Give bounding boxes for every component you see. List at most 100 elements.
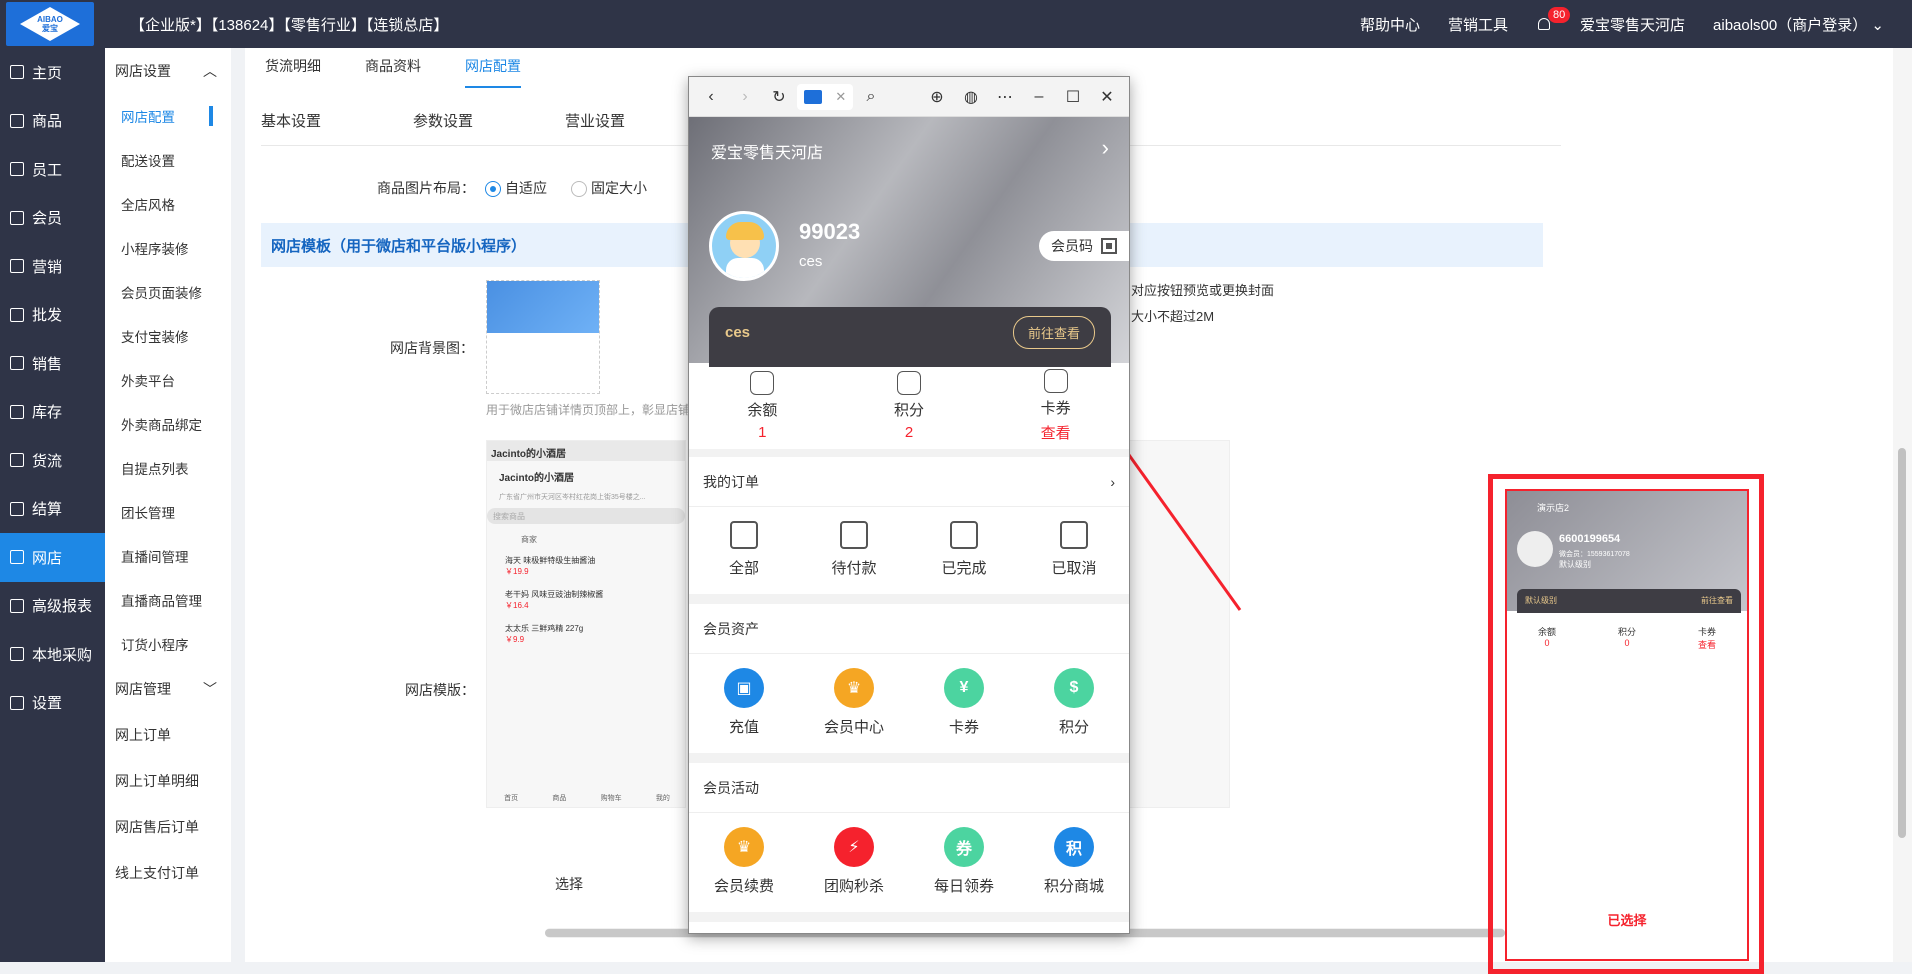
popup-store-name[interactable]: 爱宝零售天河店 xyxy=(711,139,823,163)
subnav-item[interactable]: 支付宝装修 xyxy=(105,314,231,358)
subnav-item[interactable]: 订货小程序 xyxy=(105,622,231,666)
sidebar-item-wholesale[interactable]: 批发 xyxy=(0,291,105,340)
subnav-item[interactable]: 自提点列表 xyxy=(105,446,231,490)
radio-fixed[interactable]: 固定大小 xyxy=(571,178,647,198)
download-icon[interactable]: ⊕ xyxy=(921,83,953,111)
close-icon[interactable]: ✕ xyxy=(1091,83,1123,111)
stat-coupons[interactable]: 卡券 查看 xyxy=(996,369,1116,443)
asset-coupon[interactable]: ¥ 卡券 xyxy=(909,668,1019,737)
order-cancelled[interactable]: 已取消 xyxy=(1019,521,1129,578)
back-icon[interactable]: ‹ xyxy=(695,83,727,111)
subnav-group-webstore-manage[interactable]: 网店管理 ﹀ xyxy=(105,666,231,712)
chevron-right-icon[interactable]: › xyxy=(1102,135,1109,161)
sidebar-item-local-purchase[interactable]: 本地采购 xyxy=(0,630,105,679)
sidebar-item-settlement[interactable]: 结算 xyxy=(0,485,105,534)
recharge-icon: ▣ xyxy=(724,668,764,708)
sidebar-item-settings[interactable]: 设置 xyxy=(0,679,105,728)
subnav-group-label: 网店设置 xyxy=(115,63,171,79)
subnav-item[interactable]: 网上订单明细 xyxy=(105,758,231,804)
stat-label: 积分 xyxy=(893,402,924,419)
report-icon xyxy=(10,598,24,613)
sidebar-item-reports[interactable]: 高级报表 xyxy=(0,582,105,631)
sidebar-item-sales[interactable]: 销售 xyxy=(0,339,105,388)
mini-number: 6600199654 xyxy=(1559,533,1621,545)
selected-template-highlight[interactable]: 演示店2 6600199654 微会员：15593617078 默认级别 默认级… xyxy=(1488,474,1764,974)
tab-flow-detail[interactable]: 货流明细 xyxy=(265,56,321,88)
subnav-item[interactable]: 网店配置 xyxy=(105,94,231,138)
bg-image-upload[interactable] xyxy=(486,280,600,394)
sidebar-item-webstore[interactable]: 网店 xyxy=(0,533,105,582)
more-icon[interactable]: ⋯ xyxy=(989,83,1021,111)
template-preview-1[interactable]: Jacinto的小酒居 Jacinto的小酒居 广东省广州市天河区岑村红花岗上街… xyxy=(486,440,686,808)
preview-address: 广东省广州市天河区岑村红花岗上街35号楼之... xyxy=(499,494,646,501)
preview-category: 商家 xyxy=(521,535,537,544)
search-icon[interactable]: ⌕ xyxy=(855,83,887,111)
store-name[interactable]: 爱宝零售天河店 xyxy=(1580,14,1685,35)
member-code-button[interactable]: 会员码 xyxy=(1039,231,1129,261)
subnav-item[interactable]: 直播商品管理 xyxy=(105,578,231,622)
subnav-item[interactable]: 团长管理 xyxy=(105,490,231,534)
order-completed[interactable]: 已完成 xyxy=(909,521,1019,578)
mini-store: 演示店2 xyxy=(1537,503,1570,513)
sidebar-item-staff[interactable]: 员工 xyxy=(0,145,105,194)
subnav-item[interactable]: 会员页面装修 xyxy=(105,270,231,314)
browser-tab[interactable]: ✕ xyxy=(797,83,853,110)
stat-points[interactable]: 积分 2 xyxy=(849,371,969,441)
close-tab-icon[interactable]: ✕ xyxy=(835,89,846,105)
goods-icon xyxy=(10,113,24,128)
order-unpaid[interactable]: 待付款 xyxy=(799,521,909,578)
subtab-params[interactable]: 参数设置 xyxy=(413,110,565,131)
subnav-item[interactable]: 全店风格 xyxy=(105,182,231,226)
subnav-item[interactable]: 外卖商品绑定 xyxy=(105,402,231,446)
sidebar-item-goods[interactable]: 商品 xyxy=(0,97,105,146)
maximize-icon[interactable]: ☐ xyxy=(1057,83,1089,111)
subnav-item[interactable]: 网店售后订单 xyxy=(105,804,231,850)
radio-adaptive[interactable]: 自适应 xyxy=(485,178,547,198)
subtab-basic[interactable]: 基本设置 xyxy=(261,110,413,131)
asset-recharge[interactable]: ▣ 充值 xyxy=(689,668,799,737)
user-menu[interactable]: aibaols00（商户登录） ⌄ xyxy=(1713,14,1884,35)
subnav-item[interactable]: 网上订单 xyxy=(105,712,231,758)
sidebar-item-member[interactable]: 会员 xyxy=(0,194,105,243)
sidebar-item-logistics[interactable]: 货流 xyxy=(0,436,105,485)
order-all[interactable]: 全部 xyxy=(689,521,799,578)
subnav-item[interactable]: 线上支付订单 xyxy=(105,850,231,896)
subnav-item[interactable]: 配送设置 xyxy=(105,138,231,182)
activity-flash-sale[interactable]: ⚡ 团购秒杀 xyxy=(799,827,909,896)
mini-stat-label: 积分 xyxy=(1617,627,1636,637)
tab-goods-info[interactable]: 商品资料 xyxy=(365,56,421,88)
asset-points[interactable]: $ 积分 xyxy=(1019,668,1129,737)
preview-nav-item: 购物车 xyxy=(600,795,622,802)
globe-icon[interactable]: ◍ xyxy=(955,83,987,111)
vertical-scrollbar[interactable] xyxy=(1893,48,1912,962)
sidebar-item-stock[interactable]: 库存 xyxy=(0,388,105,437)
help-center-link[interactable]: 帮助中心 xyxy=(1360,14,1420,35)
image-layout-label: 商品图片布局： xyxy=(377,180,475,196)
section-title: 会员活动 xyxy=(703,779,759,796)
orders-header[interactable]: 我的订单 › xyxy=(689,457,1129,507)
select-template-button[interactable]: 选择 xyxy=(555,874,583,894)
marketing-tools-link[interactable]: 营销工具 xyxy=(1448,14,1508,35)
scrollbar-thumb[interactable] xyxy=(1898,448,1906,838)
minimize-icon[interactable]: – xyxy=(1023,83,1055,111)
member-icon xyxy=(10,210,24,225)
sidebar-label: 员工 xyxy=(32,161,63,179)
card-view-button[interactable]: 前往查看 xyxy=(1012,315,1095,349)
subnav-group-webstore-settings[interactable]: 网店设置 ︿ xyxy=(105,48,231,94)
tab-webstore-config[interactable]: 网店配置 xyxy=(465,56,521,88)
picked-label[interactable]: 已选择 xyxy=(1507,910,1747,929)
aibao-logo[interactable]: AIBAO 爱宝 xyxy=(6,2,94,46)
activity-points-mall[interactable]: 积积分商城 xyxy=(1019,827,1129,896)
sidebar-item-marketing[interactable]: 营销 xyxy=(0,242,105,291)
bell-icon[interactable]: 80 xyxy=(1536,6,1571,33)
subnav-item[interactable]: 直播间管理 xyxy=(105,534,231,578)
sidebar-item-home[interactable]: 主页 xyxy=(0,48,105,97)
activity-daily-coupon[interactable]: 券每日领券 xyxy=(909,827,1019,896)
forward-icon[interactable]: › xyxy=(729,83,761,111)
subnav-item[interactable]: 小程序装修 xyxy=(105,226,231,270)
activity-renew[interactable]: ♛ 会员续费 xyxy=(689,827,799,896)
stat-balance[interactable]: 余额 1 xyxy=(702,371,822,441)
asset-member-center[interactable]: ♛ 会员中心 xyxy=(799,668,909,737)
refresh-icon[interactable]: ↻ xyxy=(763,83,795,111)
subnav-item[interactable]: 外卖平台 xyxy=(105,358,231,402)
